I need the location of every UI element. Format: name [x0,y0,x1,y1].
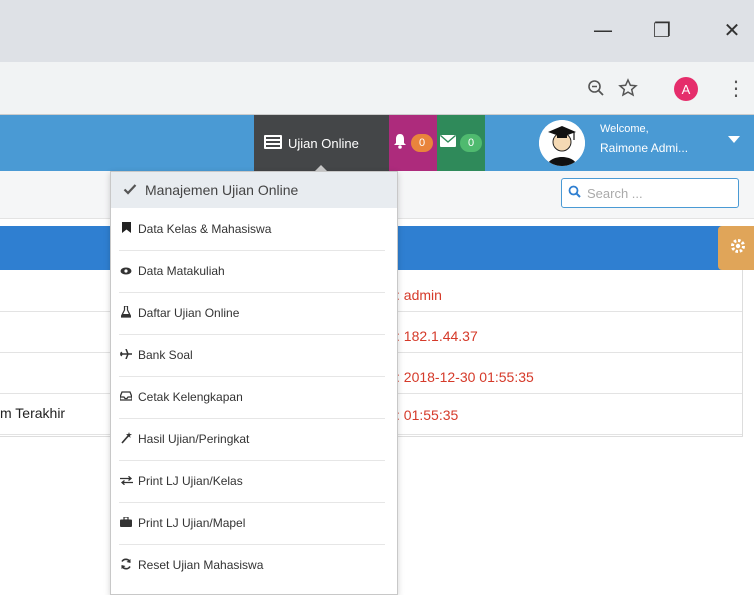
browser-menu-icon[interactable]: ⋮ [722,74,750,102]
menu-item-cetak-kelengkapan[interactable]: Cetak Kelengkapan [119,376,385,419]
menu-item-hasil-ujian[interactable]: Hasil Ujian/Peringkat [119,418,385,461]
menu-item-label: Print LJ Ujian/Kelas [138,474,243,488]
menu-item-bank-soal[interactable]: Bank Soal [119,334,385,377]
close-icon: ✕ [723,18,741,42]
notification-count-badge: 0 [411,134,433,152]
refresh-icon [119,558,133,573]
minimize-button[interactable]: — [583,10,623,50]
flask-icon [119,304,133,321]
envelope-icon [440,134,456,152]
message-count-badge: 0 [460,134,482,152]
inbox-icon [119,390,133,404]
search-icon [568,185,581,201]
gear-icon [729,237,747,260]
ujian-online-menu[interactable]: Ujian Online [254,115,389,171]
menu-item-print-lj-mapel[interactable]: Print LJ Ujian/Mapel [119,502,385,545]
minimize-icon: — [593,18,613,42]
row-value: : 2018-12-30 01:55:35 [396,369,534,385]
zoom-icon[interactable] [582,74,610,102]
profile-initial: A [681,81,691,97]
settings-button[interactable] [718,226,754,270]
bookmark-star-icon[interactable] [614,74,642,102]
eye-icon [119,265,133,278]
search-placeholder: Search ... [587,185,643,201]
dropdown-header: Manajemen Ujian Online [111,172,397,208]
row-value: : 182.1.44.37 [396,328,478,344]
row-value: : admin [396,287,442,303]
close-window-button[interactable]: ✕ [712,10,752,50]
user-avatar[interactable] [539,120,585,166]
search-input[interactable]: Search ... [561,178,739,208]
exchange-icon [119,475,133,488]
menu-item-print-lj-kelas[interactable]: Print LJ Ujian/Kelas [119,460,385,503]
restore-icon: ❐ [653,18,671,42]
menu-item-label: Cetak Kelengkapan [138,390,243,404]
welcome-label: Welcome, [600,123,649,135]
plane-icon [119,348,133,362]
menu-item-label: Reset Ujian Mahasiswa [138,558,264,572]
list-icon [264,134,282,152]
chevron-down-icon[interactable] [728,136,740,143]
menu-item-label: Data Kelas & Mahasiswa [138,222,272,236]
menu-item-label: Daftar Ujian Online [138,306,240,320]
notifications-button[interactable]: 0 [389,115,437,171]
briefcase-icon [119,515,133,530]
dropdown-header-label: Manajemen Ujian Online [145,182,299,198]
profile-avatar[interactable]: A [674,77,698,101]
menu-item-label: Data Matakuliah [138,264,225,278]
bell-icon [393,133,407,154]
row-value: : 01:55:35 [396,407,459,423]
menu-item-data-kelas[interactable]: Data Kelas & Mahasiswa [119,208,385,251]
menu-item-data-matakuliah[interactable]: Data Matakuliah [119,250,385,293]
username-label: Raimone Admi... [600,141,689,155]
ujian-online-dropdown: Manajemen Ujian Online Data Kelas & Maha… [110,171,398,595]
magic-icon [119,431,133,447]
browser-titlebar [0,0,754,62]
menu-item-label: Bank Soal [138,348,193,362]
row-label: m Terakhir [0,405,66,421]
menu-item-label: Print LJ Ujian/Mapel [138,516,246,530]
restore-button[interactable]: ❐ [642,10,682,50]
messages-button[interactable]: 0 [437,115,485,171]
menu-item-label: Hasil Ujian/Peringkat [138,432,250,446]
kebab-icon: ⋮ [726,76,746,100]
menu-item-reset-ujian[interactable]: Reset Ujian Mahasiswa [119,544,385,586]
check-icon [123,182,137,198]
menu-item-daftar-ujian[interactable]: Daftar Ujian Online [119,292,385,335]
ujian-online-label: Ujian Online [288,135,359,151]
bookmark-icon [119,222,133,236]
